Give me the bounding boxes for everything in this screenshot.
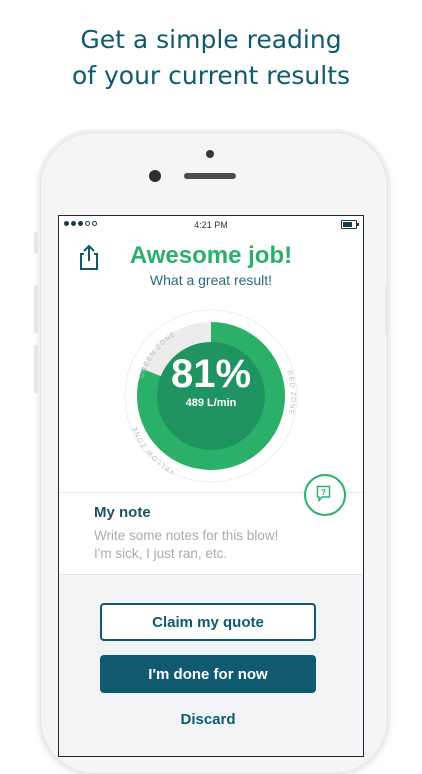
promo-headline-line-2: of your current results	[71, 61, 351, 90]
promo-headline: Get a simple reading of your current res…	[0, 22, 422, 94]
help-icon: ?	[316, 485, 331, 502]
claim-quote-button[interactable]: Claim my quote	[100, 603, 316, 641]
phone-power-button	[385, 285, 389, 335]
phone-speaker	[184, 173, 236, 179]
phone-volume-up-button	[34, 285, 38, 333]
phone-front-camera	[149, 170, 161, 182]
note-placeholder-line-1: Write some notes for this blow!	[94, 528, 279, 543]
status-bar: 4:21 PM	[59, 216, 363, 234]
svg-text:?: ?	[321, 488, 326, 497]
done-button[interactable]: I'm done for now	[100, 655, 316, 693]
result-flow-rate: 489 L/min	[185, 397, 237, 409]
battery-icon	[341, 220, 359, 229]
note-input[interactable]: Write some notes for this blow! I'm sick…	[94, 527, 334, 563]
peak-flow-gauge: GREEN ZONE RED ZONE YELLOW ZONE	[124, 309, 298, 483]
promo-headline-line-1: Get a simple reading	[80, 25, 342, 54]
help-button[interactable]: ?	[304, 474, 346, 516]
discard-button[interactable]: Discard	[100, 711, 316, 733]
phone-camera	[206, 150, 214, 158]
phone-side-button	[34, 232, 38, 254]
status-time: 4:21 PM	[194, 220, 228, 230]
result-subtitle: What a great result!	[149, 272, 273, 288]
result-title: Awesome job!	[129, 242, 293, 269]
note-placeholder-line-2: I'm sick, I just ran, etc.	[94, 546, 228, 561]
phone-volume-down-button	[34, 345, 38, 393]
result-percent: 81%	[170, 352, 252, 396]
note-title: My note	[94, 504, 151, 521]
